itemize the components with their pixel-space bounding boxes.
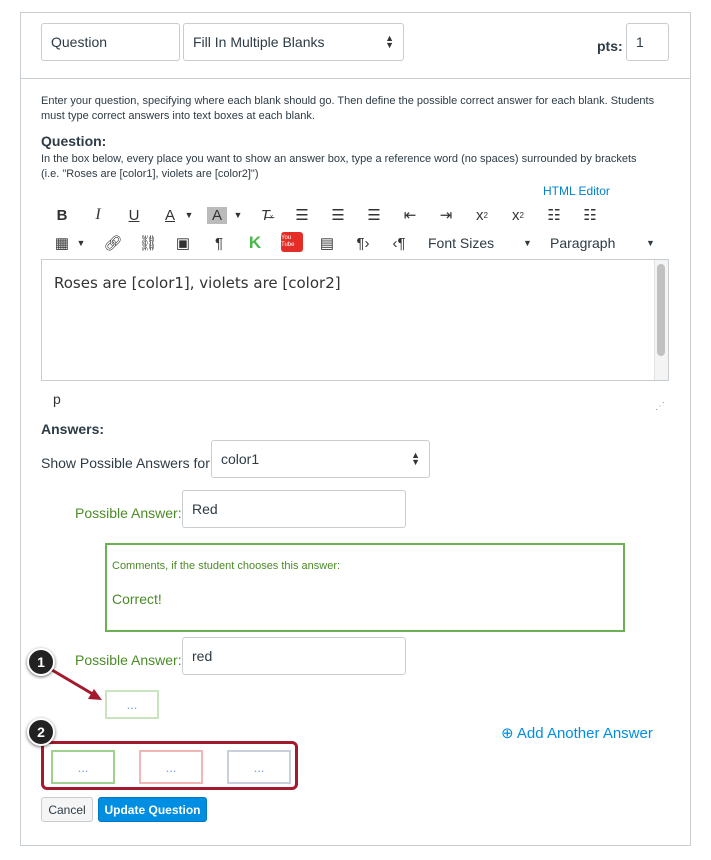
annotation-arrow xyxy=(51,668,102,700)
callout-1: 1 xyxy=(27,648,55,676)
callout-2: 2 xyxy=(27,718,55,746)
